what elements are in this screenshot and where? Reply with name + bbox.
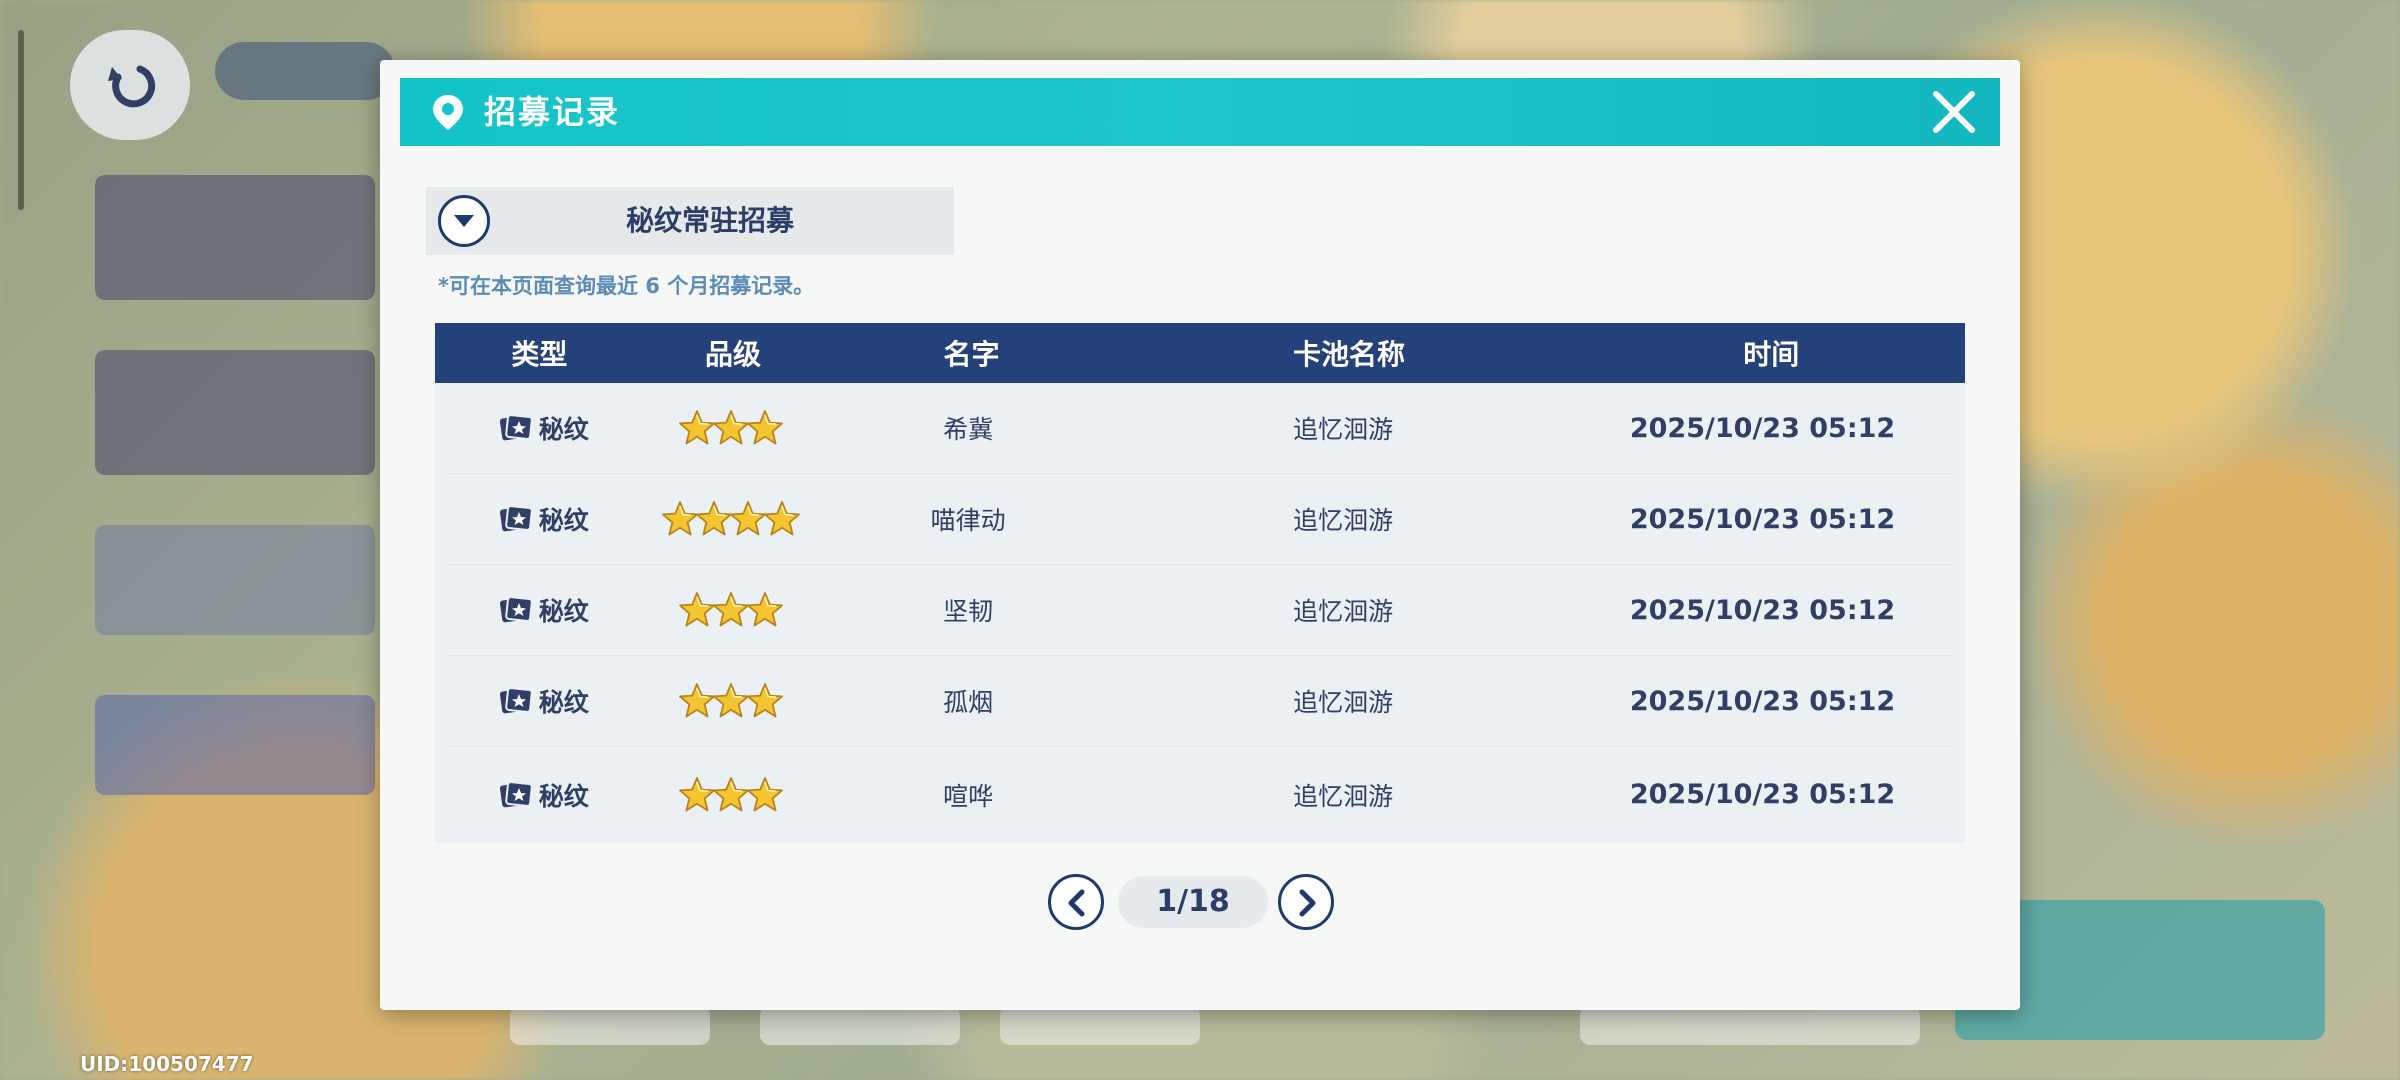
chevron-right-icon [1299, 889, 1316, 917]
row-grade [642, 681, 820, 721]
background-tab [1000, 1005, 1200, 1045]
table-row: 秘纹 希冀 追忆洄游 2025/10/23 05:12 [445, 383, 1955, 474]
row-name: 喧哗 [943, 781, 994, 811]
record-table: 类型 品级 名字 卡池名称 时间 秘纹 希冀 追忆洄游 2025/10/23 05:1… [435, 323, 1965, 842]
background-tab [1580, 1005, 1920, 1045]
card-icon [499, 780, 533, 807]
row-pool: 追忆洄游 [1293, 415, 1394, 444]
background-card [95, 525, 375, 635]
next-page-button[interactable] [1278, 874, 1334, 930]
card-icon [499, 414, 533, 441]
card-icon [499, 687, 533, 714]
recruit-record-dialog: 招募记录 秘纹常驻招募 *可在本页面查询最近 6 个月招募记录。 类型 品级 名… [380, 60, 2020, 1010]
back-arrow-icon [108, 65, 156, 108]
row-time: 2025/10/23 05:12 [1629, 412, 1896, 444]
row-type-label: 秘纹 [538, 597, 589, 626]
pool-selector-label: 秘纹常驻招募 [625, 204, 794, 237]
pagination: 1/18 [380, 872, 2020, 932]
uid-label: UID:100507477 [80, 1052, 254, 1076]
row-time: 2025/10/23 05:12 [1629, 503, 1896, 535]
prev-page-button[interactable] [1048, 874, 1104, 930]
background-tab [510, 1005, 710, 1045]
star-icon [764, 501, 801, 536]
dialog-title: 招募记录 [484, 93, 621, 131]
row-pool: 追忆洄游 [1293, 597, 1394, 626]
row-type: 秘纹 [445, 410, 642, 446]
location-pin-icon [433, 95, 463, 130]
row-time: 2025/10/23 05:12 [1629, 685, 1896, 717]
row-name: 喵律动 [930, 506, 1006, 535]
header-type: 类型 [511, 338, 568, 371]
row-name: 希冀 [943, 415, 994, 444]
history-note: *可在本页面查询最近 6 个月招募记录。 [438, 274, 815, 298]
chevron-left-icon [1068, 889, 1085, 917]
row-pool: 追忆洄游 [1293, 688, 1394, 717]
row-type-label: 秘纹 [538, 415, 589, 444]
row-time: 2025/10/23 05:12 [1629, 779, 1896, 810]
card-icon [499, 596, 533, 623]
header-grade: 品级 [705, 338, 762, 371]
table-row: 秘纹 喧哗 追忆洄游 2025/10/23 05:12 [445, 747, 1955, 842]
table-body: 秘纹 希冀 追忆洄游 2025/10/23 05:12 秘纹 喵律动 追忆洄游 2025/10… [435, 383, 1965, 842]
table-header: 类型 品级 名字 卡池名称 时间 [435, 323, 1965, 383]
table-row: 秘纹 喵律动 追忆洄游 2025/10/23 05:12 [445, 474, 1955, 565]
background-location-chip [215, 42, 395, 100]
row-grade [642, 775, 820, 815]
row-name: 孤烟 [943, 688, 994, 717]
row-type: 秘纹 [445, 777, 642, 813]
star-icon [747, 683, 784, 718]
row-type: 秘纹 [445, 683, 642, 719]
pool-selector-dropdown[interactable]: 秘纹常驻招募 [426, 187, 954, 255]
close-icon[interactable] [1928, 86, 1980, 138]
table-row: 秘纹 坚韧 追忆洄游 2025/10/23 05:12 [445, 565, 1955, 656]
row-type-label: 秘纹 [538, 781, 589, 811]
background-tab [760, 1005, 960, 1045]
row-grade [642, 408, 820, 448]
row-grade [642, 590, 820, 630]
left-edge-bar [18, 30, 24, 210]
star-icon [747, 592, 784, 627]
card-icon [499, 505, 533, 532]
row-grade [642, 499, 820, 539]
background-card [95, 350, 375, 475]
row-type-label: 秘纹 [538, 688, 589, 717]
row-type: 秘纹 [445, 592, 642, 628]
row-type-label: 秘纹 [538, 506, 589, 535]
background-card [95, 175, 375, 300]
row-time: 2025/10/23 05:12 [1629, 594, 1896, 626]
background-back-button [70, 30, 190, 140]
row-pool: 追忆洄游 [1293, 506, 1394, 535]
header-time: 时间 [1743, 338, 1800, 371]
header-name: 名字 [943, 338, 1000, 371]
dialog-header: 招募记录 [400, 78, 2000, 146]
header-pool: 卡池名称 [1293, 338, 1406, 371]
table-row: 秘纹 孤烟 追忆洄游 2025/10/23 05:12 [445, 656, 1955, 747]
star-icon [747, 410, 784, 445]
background-card [95, 695, 375, 795]
row-name: 坚韧 [943, 597, 994, 626]
page-indicator: 1/18 [1118, 876, 1268, 928]
row-type: 秘纹 [445, 501, 642, 537]
row-pool: 追忆洄游 [1293, 781, 1394, 811]
star-icon [747, 776, 784, 811]
